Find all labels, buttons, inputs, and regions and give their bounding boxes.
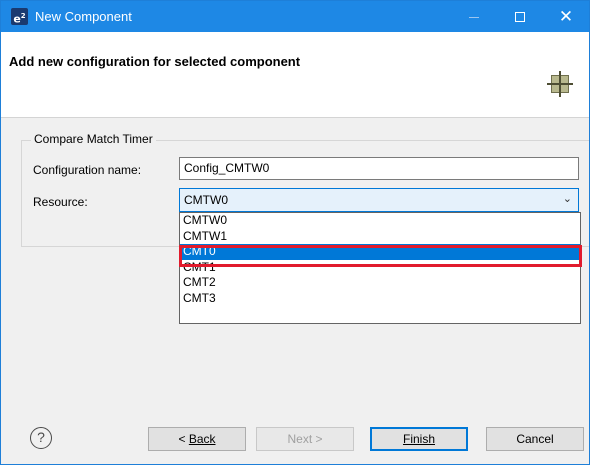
maximize-button[interactable] bbox=[497, 1, 543, 32]
dropdown-option-cmtw0[interactable]: CMTW0 bbox=[180, 213, 580, 229]
close-icon: ✕ bbox=[558, 7, 574, 26]
group-legend: Compare Match Timer bbox=[31, 132, 156, 146]
dropdown-option-cmtw1[interactable]: CMTW1 bbox=[180, 229, 580, 245]
resource-label: Resource: bbox=[33, 195, 88, 209]
help-icon[interactable]: ? bbox=[30, 427, 52, 449]
new-component-dialog: e2 New Component ✕ Add new configuration… bbox=[0, 0, 590, 465]
resource-select[interactable]: CMTW0 ⌄ bbox=[179, 188, 579, 212]
back-button[interactable]: < Back bbox=[148, 427, 246, 451]
close-button[interactable]: ✕ bbox=[543, 1, 589, 32]
next-button[interactable]: Next > bbox=[256, 427, 354, 451]
cancel-button[interactable]: Cancel bbox=[486, 427, 584, 451]
window-title: New Component bbox=[35, 9, 132, 24]
highlight-box bbox=[179, 245, 582, 267]
header-title: Add new configuration for selected compo… bbox=[9, 54, 301, 69]
e2-studio-icon: e2 bbox=[11, 8, 28, 26]
resource-dropdown-list: CMTW0 CMTW1 CMT0 CMT1 CMT2 CMT3 bbox=[179, 212, 581, 324]
dropdown-option-cmt3[interactable]: CMT3 bbox=[180, 291, 580, 307]
chevron-down-icon: ⌄ bbox=[562, 193, 572, 205]
minimize-icon bbox=[469, 16, 479, 18]
finish-button[interactable]: Finish bbox=[370, 427, 468, 451]
resource-select-value: CMTW0 bbox=[184, 193, 228, 207]
title-bar[interactable]: e2 New Component ✕ bbox=[1, 1, 589, 32]
component-icon bbox=[547, 71, 573, 97]
dropdown-option-cmt2[interactable]: CMT2 bbox=[180, 275, 580, 291]
maximize-icon bbox=[515, 12, 525, 23]
minimize-button[interactable] bbox=[451, 1, 497, 32]
config-name-label: Configuration name: bbox=[33, 163, 142, 177]
dialog-header: Add new configuration for selected compo… bbox=[1, 32, 589, 118]
config-name-field[interactable]: Config_CMTW0 bbox=[179, 157, 579, 180]
